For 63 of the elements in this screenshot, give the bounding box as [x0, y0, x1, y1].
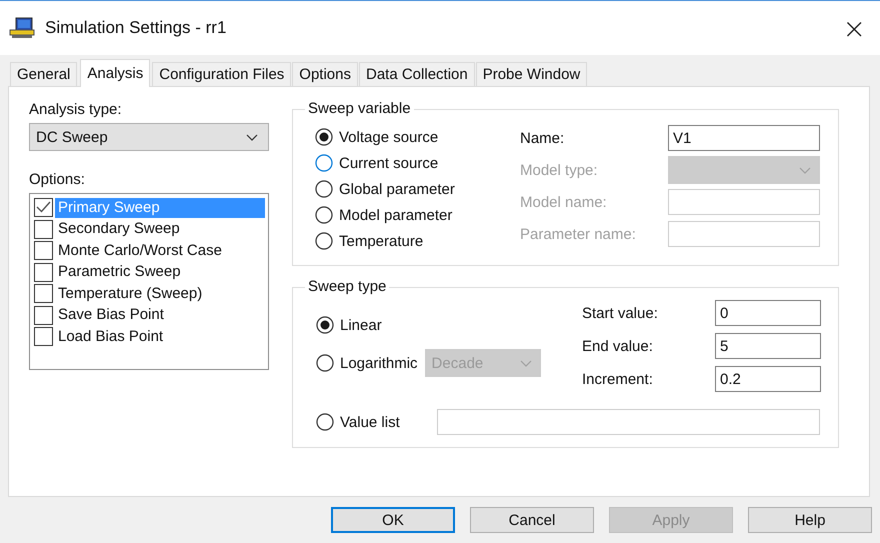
- radio-button[interactable]: [316, 354, 334, 372]
- options-label: Options:: [29, 171, 86, 188]
- list-item[interactable]: Parametric Sweep: [55, 262, 184, 282]
- radio-label[interactable]: Value list: [340, 414, 437, 430]
- analysis-type-label: Analysis type:: [29, 101, 123, 118]
- radio-button[interactable]: [315, 206, 333, 224]
- list-item[interactable]: Monte Carlo/Worst Case: [55, 240, 225, 261]
- list-item[interactable]: Save Bias Point: [55, 305, 167, 326]
- field-label: Model type:: [520, 162, 599, 178]
- tab[interactable]: Probe Window: [476, 62, 588, 86]
- field-label: Model name:: [520, 194, 608, 210]
- list-item[interactable]: Secondary Sweep: [55, 219, 183, 240]
- tab[interactable]: General: [10, 62, 78, 86]
- input-field[interactable]: [668, 189, 820, 215]
- chevron-icon: [799, 166, 811, 174]
- tab[interactable]: Configuration Files: [152, 62, 292, 86]
- checkbox[interactable]: [34, 198, 53, 218]
- analysis-type-dropdown[interactable]: DC Sweep: [29, 123, 269, 151]
- checkbox[interactable]: [34, 306, 53, 325]
- checkbox[interactable]: [34, 327, 53, 346]
- radio-label[interactable]: Current source: [339, 154, 438, 172]
- checkbox[interactable]: [34, 220, 53, 239]
- radio-button[interactable]: [315, 128, 333, 146]
- input-field[interactable]: 0.2: [715, 366, 821, 392]
- checkbox[interactable]: [34, 284, 53, 304]
- dialog-button[interactable]: Cancel: [470, 507, 594, 533]
- input-field[interactable]: [437, 409, 820, 435]
- field-label: End value:: [582, 338, 654, 354]
- radio-label[interactable]: Model parameter: [339, 206, 452, 224]
- list-item[interactable]: Temperature (Sweep): [55, 284, 206, 304]
- field-label: Name:: [520, 130, 566, 146]
- field-label: Increment:: [582, 370, 654, 388]
- radio-button[interactable]: [315, 180, 333, 198]
- radio-button[interactable]: [316, 316, 334, 334]
- group-title: Sweep variable: [305, 100, 414, 118]
- dialog-button[interactable]: Help: [748, 507, 872, 533]
- list-item[interactable]: Load Bias Point: [55, 326, 166, 347]
- input-field[interactable]: [668, 221, 820, 247]
- computer-icon: [9, 17, 37, 39]
- close-button[interactable]: ×: [838, 12, 870, 44]
- input-field[interactable]: V1: [668, 125, 820, 151]
- radio-label[interactable]: Linear: [340, 316, 382, 334]
- radio-label[interactable]: Temperature: [339, 232, 424, 250]
- tab[interactable]: Options: [292, 62, 358, 86]
- chevron-icon: [520, 360, 532, 366]
- chevron-icon: [246, 134, 258, 140]
- group-title: Sweep type: [305, 278, 390, 296]
- field-label: Parameter name:: [520, 226, 637, 242]
- input-field[interactable]: 5: [715, 333, 821, 359]
- input-field[interactable]: 0: [715, 300, 821, 326]
- radio-button[interactable]: [315, 154, 333, 172]
- radio-label[interactable]: Voltage source: [339, 128, 438, 146]
- radio-button[interactable]: [315, 232, 333, 250]
- radio-label[interactable]: Logarithmic: [340, 354, 418, 372]
- tab[interactable]: Data Collection: [359, 62, 475, 86]
- radio-label[interactable]: Global parameter: [339, 180, 455, 198]
- field-label: Start value:: [582, 304, 659, 322]
- dialog-button[interactable]: OK: [331, 507, 455, 533]
- checkbox[interactable]: [34, 262, 53, 282]
- window-title: Simulation Settings - rr1: [45, 18, 226, 38]
- radio-button[interactable]: [316, 413, 334, 431]
- tab[interactable]: Analysis: [80, 59, 150, 87]
- checkbox[interactable]: [34, 241, 53, 260]
